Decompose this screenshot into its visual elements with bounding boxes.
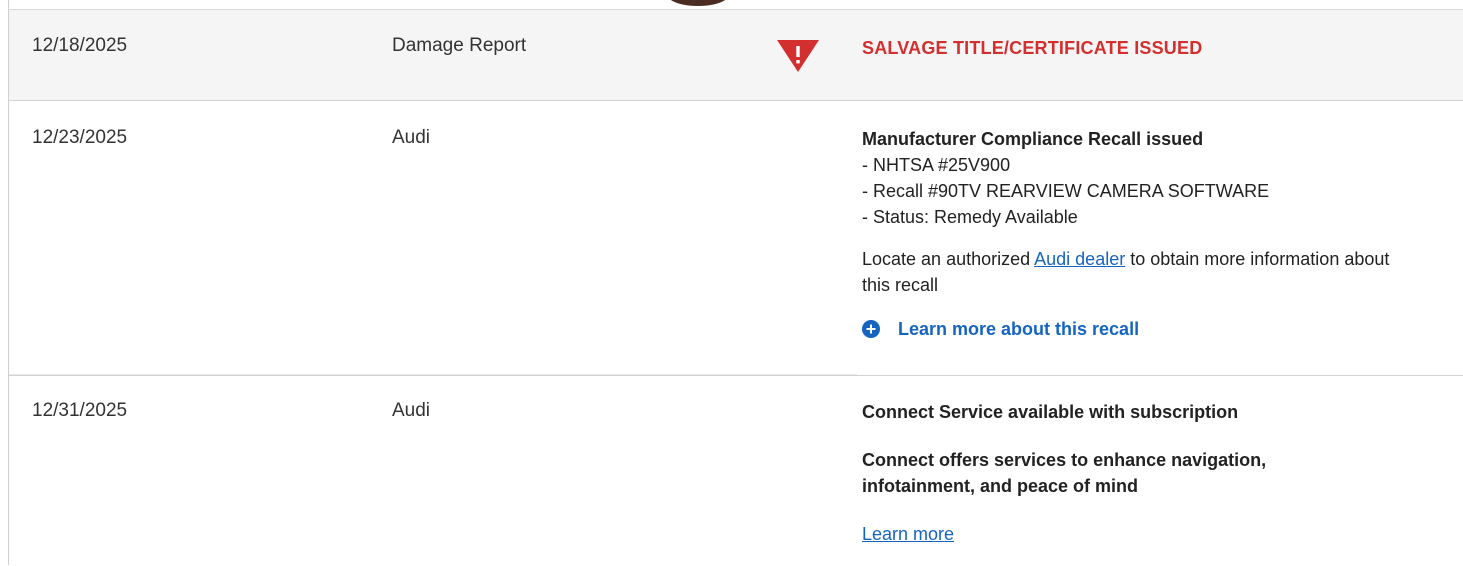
- recall-title: Manufacturer Compliance Recall issued: [862, 129, 1204, 149]
- recall-item: - Recall #90TV REARVIEW CAMERA SOFTWARE: [862, 181, 1270, 201]
- table-row: 12/18/2025 Damage Report SALVAGE TITLE/C…: [9, 10, 1463, 101]
- recall-detail: Manufacturer Compliance Recall issued - …: [862, 126, 1422, 342]
- connect-description: Connect offers services to enhance navig…: [862, 450, 1267, 496]
- learn-more-recall-link[interactable]: Learn more about this recall: [862, 316, 1422, 342]
- row-source: Audi: [392, 400, 431, 421]
- alert-triangle-icon: [777, 40, 819, 72]
- table-row: 12/31/2025 Audi Connect Service availabl…: [9, 375, 1463, 566]
- row-date: 12/18/2025: [32, 35, 128, 56]
- locate-dealer-text: Locate an authorized Audi dealer to obta…: [862, 249, 1390, 295]
- learn-more-link[interactable]: Learn more: [862, 524, 954, 544]
- connect-title: Connect Service available with subscript…: [862, 402, 1239, 422]
- plus-circle-icon: [862, 320, 880, 338]
- row-source: Audi: [392, 127, 431, 148]
- recall-item: - NHTSA #25V900: [862, 155, 1011, 175]
- salvage-title-label: SALVAGE TITLE/CERTIFICATE ISSUED: [862, 38, 1203, 58]
- table-row: 12/23/2025 Audi Manufacturer Compliance …: [9, 101, 1463, 374]
- row-date: 12/31/2025: [32, 400, 128, 421]
- learn-more-recall-label: Learn more about this recall: [898, 319, 1140, 339]
- connect-detail: Connect Service available with subscript…: [862, 399, 1362, 547]
- row-date: 12/23/2025: [32, 127, 128, 148]
- vehicle-image-fragment: [658, 0, 738, 8]
- row-source: Damage Report: [392, 35, 527, 56]
- recall-item: - Status: Remedy Available: [862, 207, 1078, 227]
- audi-dealer-link[interactable]: Audi dealer: [1034, 249, 1125, 269]
